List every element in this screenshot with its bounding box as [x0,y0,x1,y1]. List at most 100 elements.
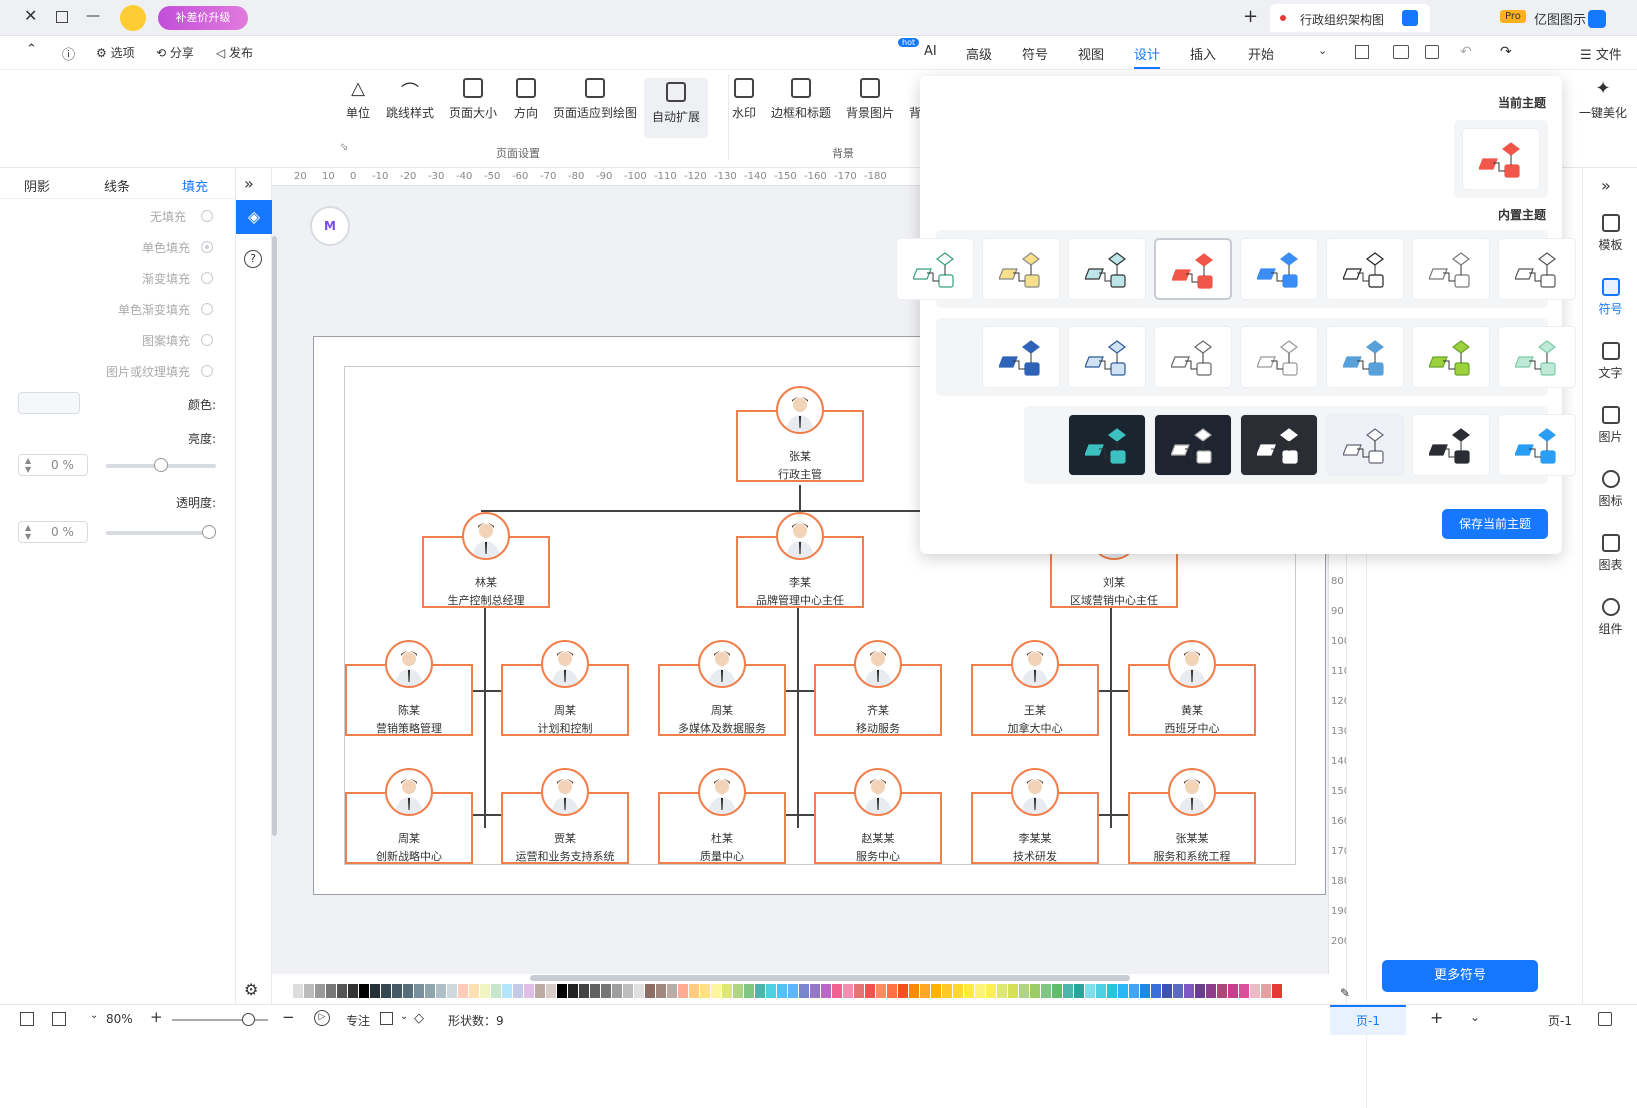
color-swatch[interactable] [436,984,446,998]
right-tab-template[interactable]: 模板 [1583,214,1637,253]
color-swatch[interactable] [1085,984,1095,998]
upgrade-button[interactable]: 补差价升级 [158,6,248,30]
theme-thumb[interactable] [1412,414,1490,476]
maximize-icon[interactable] [56,11,68,23]
color-swatch[interactable] [909,984,919,998]
print-icon[interactable] [1393,45,1409,59]
color-swatch[interactable] [546,984,556,998]
layers-dropdown-icon[interactable]: ⌄ [400,1011,408,1022]
option-texture-fill[interactable]: 图片或纹理填充 [106,363,190,380]
color-swatch[interactable] [700,984,710,998]
color-swatch[interactable] [953,984,963,998]
zoom-level[interactable]: 80% [106,1012,133,1026]
tab-shadow[interactable]: 阴影 [24,176,50,195]
color-swatch[interactable] [1118,984,1128,998]
color-swatch[interactable] [766,984,776,998]
undo-icon[interactable]: ↶ [1460,44,1472,60]
color-swatch[interactable] [414,984,424,998]
more-dropdown-icon[interactable]: ⌄ [1318,44,1327,57]
color-swatch[interactable] [843,984,853,998]
current-theme-thumb[interactable] [1462,128,1540,190]
menu-file[interactable]: ☰ 文件 [1580,44,1622,63]
color-swatch[interactable] [744,984,754,998]
info-icon[interactable]: ? [244,250,262,268]
theme-thumb[interactable] [1068,238,1146,300]
theme-thumb[interactable] [1326,238,1404,300]
menu-insert[interactable]: 插入 [1190,44,1216,63]
radio-texture-fill[interactable] [201,365,213,377]
color-swatch[interactable] [293,984,303,998]
color-swatch[interactable] [392,984,402,998]
radio-mono-gradient-fill[interactable] [201,303,213,315]
auto-expand-button[interactable]: 自动扩展 [644,78,708,138]
zoom-dropdown-icon[interactable]: ⌄ [90,1010,98,1021]
watermark-button[interactable]: 水印 [726,78,762,138]
color-swatch[interactable] [722,984,732,998]
zoom-slider-handle[interactable] [242,1013,255,1026]
layers-icon[interactable]: ◇ [414,1011,424,1026]
color-swatch[interactable] [304,984,314,998]
fit-window-icon[interactable] [380,1012,393,1025]
color-swatch[interactable] [568,984,578,998]
theme-thumb[interactable] [982,238,1060,300]
border-title-button[interactable]: 边框和标题 [766,78,836,138]
option-solid-fill[interactable]: 单色填充 [142,239,190,256]
color-swatch[interactable] [359,984,369,998]
right-tab-component[interactable]: 组件 [1583,598,1637,637]
theme-thumb[interactable] [1068,414,1146,476]
color-swatch[interactable] [381,984,391,998]
stepper-icon[interactable]: ▲ ▼ [25,523,31,541]
brightness-input[interactable]: 0 % ▲ ▼ [18,454,88,476]
color-swatch[interactable] [1074,984,1084,998]
save-icon[interactable] [1425,45,1439,59]
fit-page-icon[interactable] [52,1012,66,1026]
color-swatch[interactable] [1228,984,1238,998]
right-tab-chart[interactable]: 图表 [1583,534,1637,573]
radio-no-fill[interactable] [201,210,213,222]
right-tab-image[interactable]: 图片 [1583,406,1637,445]
color-swatch[interactable] [964,984,974,998]
color-swatch[interactable] [931,984,941,998]
color-swatch[interactable] [1195,984,1205,998]
radio-pattern-fill[interactable] [201,334,213,346]
color-swatch[interactable] [348,984,358,998]
beautify-button[interactable]: ✦ 一键美化 [1578,78,1628,138]
share-button[interactable]: ⟲ 分享 [156,44,194,61]
transparency-handle[interactable] [202,525,216,539]
theme-thumb[interactable] [1240,238,1318,300]
more-symbols-button[interactable]: 更多符号 [1382,960,1538,992]
color-swatch[interactable] [1261,984,1271,998]
color-swatch[interactable] [997,984,1007,998]
gift-icon[interactable] [120,5,146,31]
add-page-icon[interactable]: + [1430,1008,1443,1027]
radio-solid-fill[interactable] [201,241,213,253]
color-swatch[interactable] [854,984,864,998]
orientation-button[interactable]: 方向 [508,78,544,138]
color-swatch[interactable] [370,984,380,998]
right-tab-symbol[interactable]: 符号 [1583,278,1637,317]
menu-view[interactable]: 视图 [1078,44,1104,63]
color-swatch[interactable] [1250,984,1260,998]
color-swatch[interactable] [942,984,952,998]
radio-gradient-fill[interactable] [201,272,213,284]
theme-thumb[interactable] [982,326,1060,388]
color-swatch[interactable] [480,984,490,998]
color-swatch[interactable] [821,984,831,998]
color-swatch[interactable] [1107,984,1117,998]
color-swatch[interactable] [799,984,809,998]
publish-button[interactable]: ◁ 发布 [216,44,253,61]
fullscreen-icon[interactable] [20,1012,34,1026]
stepper-icon[interactable]: ▲ ▼ [25,456,31,474]
color-swatch[interactable] [612,984,622,998]
color-swatch[interactable] [777,984,787,998]
right-tab-icons[interactable]: 图标 [1583,470,1637,509]
color-picker[interactable] [18,392,80,414]
redo-icon[interactable]: ↷ [1500,44,1512,60]
color-swatch[interactable] [1052,984,1062,998]
tab-fill[interactable]: 填充 [182,176,208,195]
close-icon[interactable]: ✕ [24,6,37,25]
color-swatch[interactable] [502,984,512,998]
option-gradient-fill[interactable]: 渐变填充 [142,270,190,287]
color-swatch[interactable] [1096,984,1106,998]
transparency-slider[interactable] [106,531,216,535]
